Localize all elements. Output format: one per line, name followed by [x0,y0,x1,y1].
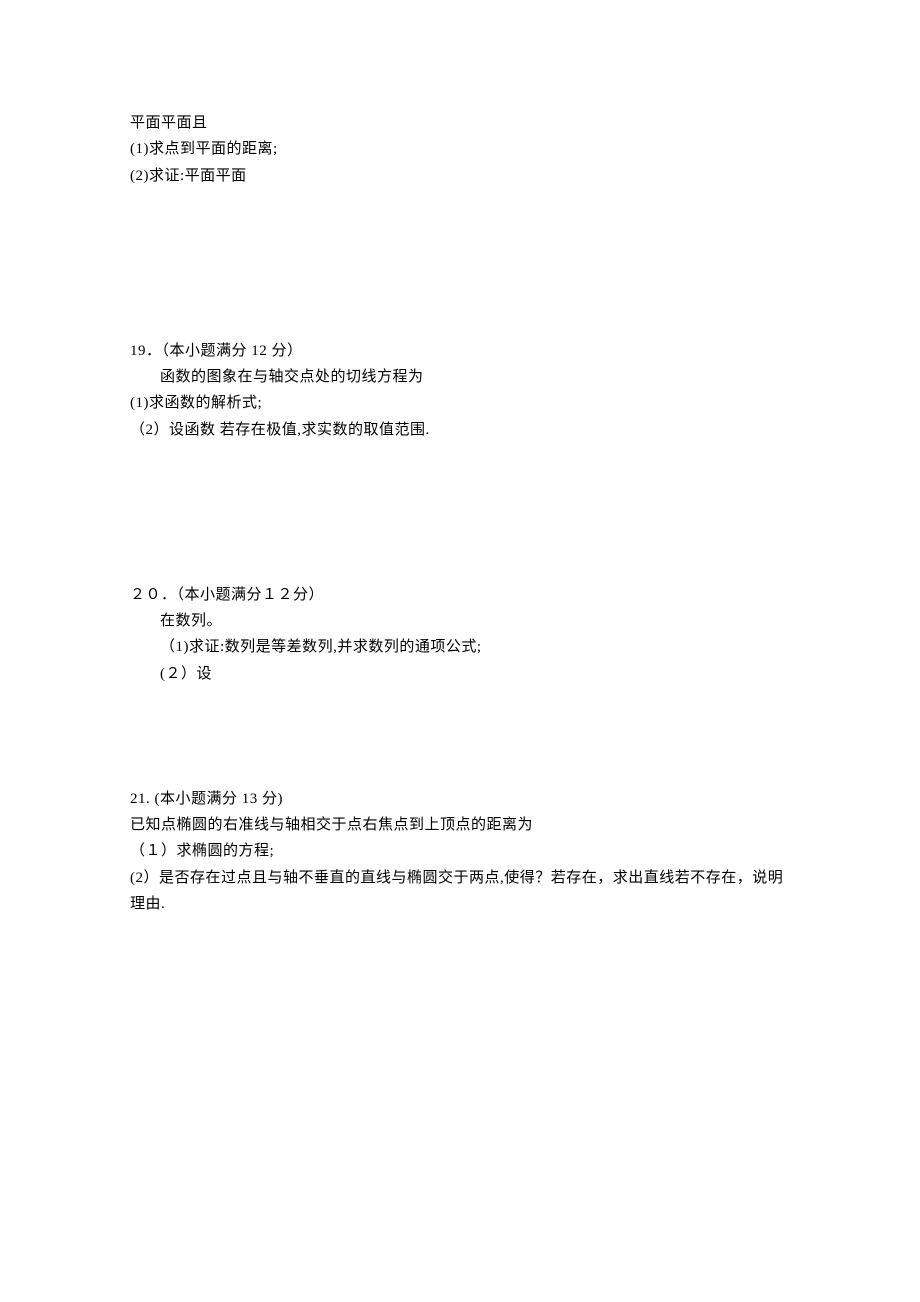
q18-line-3: (2)求证:平面平面 [130,163,790,189]
question-20: ２０．（本小题满分１２分） 在数列。 （1)求证:数列是等差数列,并求数列的通项… [130,582,790,687]
q18-line-2: (1)求点到平面的距离; [130,136,790,162]
spacer [130,701,790,786]
q19-line-3: （2）设函数 若存在极值,求实数的取值范围. [130,417,790,443]
q20-line-2: （1)求证:数列是等差数列,并求数列的通项公式; [130,634,790,660]
q19-line-2: (1)求函数的解析式; [130,390,790,416]
q21-line-3: (2）是否存在过点且与轴不垂直的直线与椭圆交于两点,使得？若存在，求出直线若不存… [130,865,790,918]
q19-line-1: 函数的图象在与轴交点处的切线方程为 [130,364,790,390]
question-19: 19．（本小题满分 12 分） 函数的图象在与轴交点处的切线方程为 (1)求函数… [130,338,790,443]
q21-header: 21. (本小题满分 13 分) [130,786,790,812]
q21-line-1: 已知点椭圆的右准线与轴相交于点右焦点到上顶点的距离为 [130,812,790,838]
q21-line-2: （１）求椭圆的方程; [130,838,790,864]
spacer [130,203,790,338]
q20-line-3: (２）设 [130,661,790,687]
q20-header: ２０．（本小题满分１２分） [130,582,790,608]
question-21: 21. (本小题满分 13 分) 已知点椭圆的右准线与轴相交于点右焦点到上顶点的… [130,786,790,917]
q19-header: 19．（本小题满分 12 分） [130,338,790,364]
spacer [130,457,790,582]
question-18-partial: 平面平面且 (1)求点到平面的距离; (2)求证:平面平面 [130,110,790,189]
q18-line-1: 平面平面且 [130,110,790,136]
q20-line-1: 在数列。 [130,608,790,634]
